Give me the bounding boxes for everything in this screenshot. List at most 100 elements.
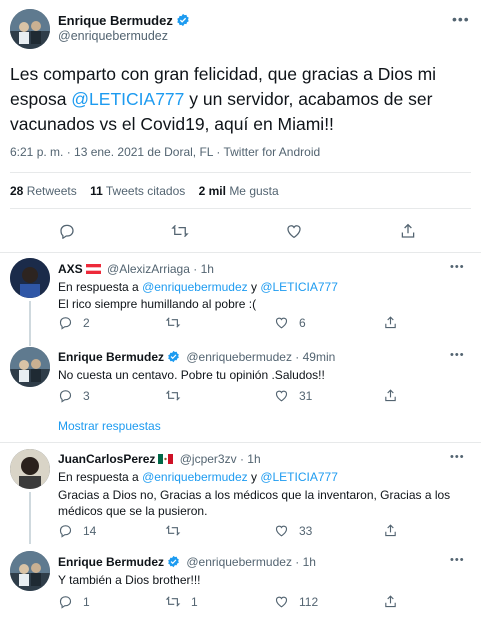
heart-icon (275, 525, 288, 537)
share-button[interactable] (383, 315, 398, 330)
share-icon (385, 316, 396, 329)
avatar[interactable] (10, 347, 50, 387)
author-name[interactable]: Enrique Bermudez (58, 555, 164, 569)
share-button[interactable] (383, 388, 398, 403)
author-row[interactable]: AXS @AlexizArriaga · 1h (58, 262, 214, 277)
tweet-meta[interactable]: 6:21 p. m. · 13 ene. 2021 de Doral, FL ·… (10, 145, 320, 159)
retweet-button[interactable] (165, 523, 191, 538)
heart-icon (287, 225, 301, 239)
author-handle[interactable]: @enriquebermudez (58, 29, 168, 43)
tweet-time[interactable]: · 1h (295, 555, 316, 569)
reply-button[interactable]: 14 (58, 523, 96, 538)
show-replies-link[interactable]: Mostrar respuestas (58, 419, 161, 433)
verified-badge-icon (167, 555, 180, 571)
reply-context: En respuesta a @enriquebermudez y @LETIC… (58, 279, 338, 295)
reply-text: El rico siempre humillando al pobre :( (58, 297, 257, 311)
author-name[interactable]: AXS (58, 262, 83, 276)
author-name[interactable]: JuanCarlosPerez (58, 452, 155, 466)
reply-button[interactable] (58, 222, 76, 240)
author-handle[interactable]: @AlexizArriaga (107, 262, 190, 276)
more-options-icon[interactable]: ••• (452, 12, 470, 26)
retweet-button[interactable]: 1 (165, 594, 198, 609)
like-button[interactable]: 112 (274, 594, 318, 609)
mention-link[interactable]: @LETICIA777 (260, 470, 338, 484)
reply-context: En respuesta a @enriquebermudez y @LETIC… (58, 469, 338, 485)
likes-label: Me gusta (229, 184, 279, 198)
share-button[interactable] (383, 523, 398, 538)
quotes-label: Tweets citados (105, 184, 186, 198)
share-button[interactable] (383, 594, 398, 609)
retweets-stat[interactable]: 28 Retweets (10, 184, 77, 198)
avatar[interactable] (10, 551, 50, 591)
reply-button[interactable]: 1 (58, 594, 90, 609)
like-count: 6 (299, 315, 306, 330)
avatar[interactable] (10, 9, 50, 49)
mention-link[interactable]: @LETICIA777 (260, 280, 338, 294)
author-handle[interactable]: @enriquebermudez (186, 350, 292, 364)
like-count: 112 (299, 594, 319, 609)
more-options-icon[interactable]: ••• (450, 350, 465, 361)
thread-line (29, 301, 31, 346)
reply-icon (59, 317, 72, 330)
like-button[interactable]: 33 (274, 523, 312, 538)
author-row[interactable]: Enrique Bermudez @enriquebermudez · 1h (58, 555, 316, 571)
share-button[interactable] (399, 222, 417, 240)
like-button[interactable]: 6 (274, 315, 306, 330)
author-name[interactable]: Enrique Bermudez (58, 350, 164, 364)
reply-icon (59, 525, 72, 538)
retweet-icon (165, 317, 181, 328)
author-row[interactable]: Enrique Bermudez @enriquebermudez · 49mi… (58, 350, 335, 366)
mention-link[interactable]: @enriquebermudez (142, 470, 248, 484)
reply-prefix: En respuesta a (58, 280, 143, 294)
retweet-icon (171, 224, 189, 238)
retweet-button[interactable] (170, 222, 190, 240)
more-options-icon[interactable]: ••• (450, 555, 465, 566)
retweet-button[interactable] (165, 388, 191, 403)
author-name[interactable]: Enrique Bermudez (58, 13, 173, 28)
austria-flag-icon (85, 263, 101, 277)
more-options-icon[interactable]: ••• (450, 452, 465, 463)
avatar[interactable] (10, 449, 50, 489)
author-handle[interactable]: @jcper3zv (180, 452, 237, 466)
thread-line (29, 492, 31, 544)
like-count: 33 (299, 523, 313, 538)
reply-text: No cuesta un centavo. Pobre tu opinión .… (58, 368, 325, 382)
likes-stat[interactable]: 2 mil Me gusta (199, 184, 279, 198)
retweet-icon (165, 390, 181, 401)
reply-button[interactable]: 3 (58, 388, 90, 403)
reply-button[interactable]: 2 (58, 315, 90, 330)
mention-link[interactable]: @LETICIA777 (71, 89, 184, 109)
avatar[interactable] (10, 258, 50, 298)
reply-icon (59, 596, 72, 609)
retweets-count: 28 (10, 184, 24, 198)
divider (10, 172, 471, 173)
tweet-time[interactable]: · 49min (295, 350, 335, 364)
tweet-time[interactable]: · 1h (193, 262, 214, 276)
likes-count: 2 mil (198, 184, 226, 198)
share-icon (385, 389, 396, 402)
reply-count: 14 (83, 523, 97, 538)
reply-and: y (247, 470, 261, 484)
reply-count: 3 (83, 388, 90, 403)
retweet-icon (165, 596, 181, 607)
verified-badge-icon (176, 13, 190, 32)
author-handle[interactable]: @enriquebermudez (186, 555, 292, 569)
mention-link[interactable]: @enriquebermudez (142, 280, 248, 294)
quotes-stat[interactable]: 11 Tweets citados (90, 184, 185, 198)
reply-count: 2 (83, 315, 90, 330)
reply-text: Gracias a Dios no, Gracias a los médicos… (58, 488, 451, 518)
like-button[interactable] (285, 222, 303, 240)
tweet-time[interactable]: · 1h (240, 452, 261, 466)
author-row[interactable]: JuanCarlosPerez @jcper3zv · 1h (58, 452, 261, 467)
like-button[interactable]: 31 (274, 388, 312, 403)
retweet-button[interactable] (165, 315, 191, 330)
reply-text: Y también a Dios brother!!! (58, 573, 201, 587)
retweet-icon (165, 525, 181, 536)
reply-prefix: En respuesta a (58, 470, 143, 484)
heart-icon (275, 596, 288, 608)
divider (10, 208, 471, 209)
reply-icon (60, 224, 74, 239)
more-options-icon[interactable]: ••• (450, 262, 465, 273)
tweet-text: Les comparto con gran felicidad, que gra… (10, 62, 472, 137)
tweet-stats: 28 Retweets 11 Tweets citados 2 mil Me g… (10, 184, 279, 198)
